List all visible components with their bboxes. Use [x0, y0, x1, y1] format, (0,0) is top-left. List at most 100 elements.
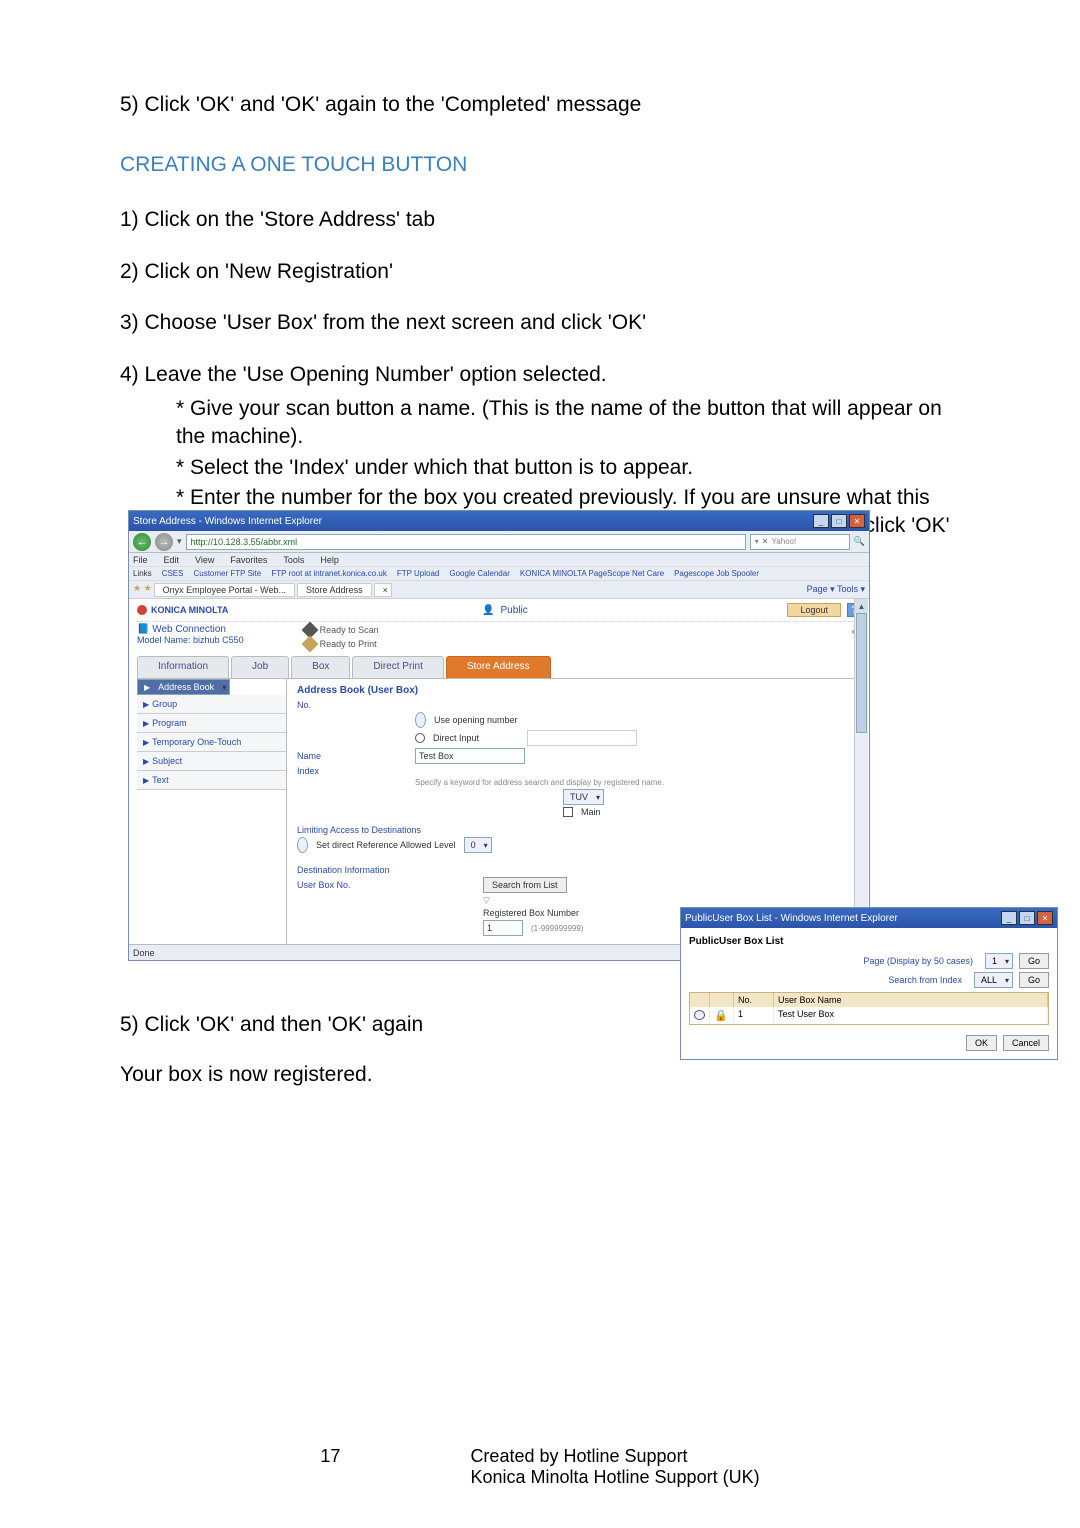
ie-tools[interactable]: Page ▾ Tools ▾	[807, 584, 865, 595]
nav-program[interactable]: ▶Program	[137, 714, 286, 733]
link-item[interactable]: CSES	[162, 569, 184, 578]
tab-box[interactable]: Box	[291, 656, 350, 678]
instruction-4a: * Give your scan button a name. (This is…	[176, 395, 960, 452]
popup-window: PublicUser Box List - Windows Internet E…	[680, 907, 1058, 1060]
instruction-5b: 5) Click 'OK' and then 'OK' again	[120, 1010, 423, 1039]
tab-information[interactable]: Information	[137, 656, 229, 678]
ok-button[interactable]: OK	[966, 1035, 997, 1051]
set-ref-label: Set direct Reference Allowed Level	[316, 840, 456, 850]
minimize-button[interactable]: _	[813, 514, 829, 528]
popup-close-button[interactable]: ✕	[1037, 911, 1053, 925]
th-no: No.	[734, 993, 774, 1007]
link-item[interactable]: FTP root at intranet.konica.co.uk	[271, 569, 386, 578]
destination-info-label: Destination Information	[297, 865, 390, 875]
browser-tab-2[interactable]: Store Address	[297, 583, 372, 597]
row-radio[interactable]	[694, 1010, 705, 1020]
search-from-list-button[interactable]: Search from List	[483, 877, 567, 893]
status-text: Done	[133, 948, 155, 958]
menu-view[interactable]: View	[195, 555, 214, 565]
nav-temporary-one-touch[interactable]: ▶Temporary One-Touch	[137, 733, 286, 752]
down-arrow-icon: ▽	[483, 895, 490, 906]
user-icon: 👤	[482, 605, 494, 616]
browser-tab-close[interactable]: ×	[374, 583, 392, 597]
pagescope-label: 📘 Web Connection	[137, 624, 244, 635]
limiting-access-label: Limiting Access to Destinations	[297, 825, 421, 835]
instruction-3: 3) Choose 'User Box' from the next scree…	[120, 308, 960, 337]
cancel-button[interactable]: Cancel	[1003, 1035, 1049, 1051]
print-status-icon	[301, 636, 318, 653]
no-label: No.	[297, 700, 407, 710]
section-title: Address Book (User Box)	[297, 685, 851, 696]
row-no: 1	[734, 1007, 774, 1024]
scroll-up-icon[interactable]: ▲	[855, 599, 868, 613]
go-button-2[interactable]: Go	[1019, 972, 1049, 988]
user-box-no-label: User Box No.	[297, 880, 407, 890]
set-ref-radio[interactable]	[297, 837, 308, 853]
menu-edit[interactable]: Edit	[164, 555, 180, 565]
registered-box-input[interactable]: 1	[483, 920, 523, 936]
page-display-select[interactable]: 1	[985, 953, 1013, 969]
search-dropdown-icon: ▾	[755, 537, 759, 546]
link-item[interactable]: KONICA MINOLTA PageScope Net Care	[520, 569, 664, 578]
instruction-2: 2) Click on 'New Registration'	[120, 257, 960, 286]
km-logo-icon	[137, 605, 147, 615]
menu-favorites[interactable]: Favorites	[230, 555, 267, 565]
close-button[interactable]: ✕	[849, 514, 865, 528]
go-button-1[interactable]: Go	[1019, 953, 1049, 969]
logout-button[interactable]: Logout	[787, 603, 841, 617]
menu-tools[interactable]: Tools	[283, 555, 304, 565]
ie-title: Store Address - Windows Internet Explore…	[133, 516, 322, 527]
link-item[interactable]: Customer FTP Site	[193, 569, 261, 578]
link-item[interactable]: FTP Upload	[397, 569, 440, 578]
search-index-label: Search from Index	[689, 975, 968, 985]
search-index-select[interactable]: ALL	[974, 972, 1013, 988]
main-form-area: Address Book (User Box) No. Use opening …	[287, 679, 861, 944]
back-button[interactable]: ←	[133, 533, 151, 551]
tab-store-address[interactable]: Store Address	[446, 656, 551, 678]
nav-group[interactable]: ▶Group	[137, 695, 286, 714]
search-box[interactable]: ▾ ✕ Yahoo!	[750, 534, 850, 550]
registered-box-hint: (1-999999999)	[531, 924, 583, 933]
search-go-icon[interactable]: 🔍	[854, 536, 865, 547]
menu-help[interactable]: Help	[320, 555, 339, 565]
link-item[interactable]: Pagescope Job Spooler	[674, 569, 759, 578]
scrollbar[interactable]: ▲ ▼	[854, 599, 868, 943]
url-bar[interactable]: http://10.128.3.55/abbr.xml	[186, 534, 746, 550]
page-display-label: Page (Display by 50 cases)	[689, 956, 979, 966]
nav-text[interactable]: ▶Text	[137, 771, 286, 790]
table-row[interactable]: 🔒 1 Test User Box	[690, 1007, 1048, 1024]
nav-subject[interactable]: ▶Subject	[137, 752, 286, 771]
link-item[interactable]: Google Calendar	[449, 569, 509, 578]
direct-input-field[interactable]	[527, 730, 637, 746]
tab-direct-print[interactable]: Direct Print	[352, 656, 443, 678]
index-hint: Specify a keyword for address search and…	[415, 778, 664, 787]
menu-file[interactable]: File	[133, 555, 148, 565]
main-checkbox[interactable]	[563, 807, 573, 817]
name-input[interactable]: Test Box	[415, 748, 525, 764]
section-heading: CREATING A ONE TOUCH BUTTON	[120, 153, 960, 177]
links-label: Links	[133, 569, 152, 578]
ready-scan-label: Ready to Scan	[320, 625, 379, 635]
ready-print-label: Ready to Print	[320, 639, 377, 649]
instruction-5a: 5) Click 'OK' and 'OK' again to the 'Com…	[120, 90, 960, 119]
tab-job[interactable]: Job	[231, 656, 289, 678]
scroll-thumb[interactable]	[856, 613, 867, 733]
model-name: Model Name: bizhub C550	[137, 635, 244, 645]
credit-line-2: Konica Minolta Hotline Support (UK)	[470, 1467, 759, 1488]
popup-heading: PublicUser Box List	[689, 936, 1049, 947]
popup-minimize-button[interactable]: _	[1001, 911, 1017, 925]
maximize-button[interactable]: □	[831, 514, 847, 528]
direct-input-radio[interactable]	[415, 733, 425, 743]
forward-button[interactable]: →	[155, 533, 173, 551]
index-select[interactable]: TUV	[563, 789, 604, 805]
ie-menubar: File Edit View Favorites Tools Help	[129, 553, 869, 567]
set-ref-select[interactable]: 0	[464, 837, 492, 853]
use-opening-number-radio[interactable]	[415, 712, 426, 728]
ie-window: Store Address - Windows Internet Explore…	[128, 510, 870, 961]
side-nav: ▶Address Book ▶Group ▶Program ▶Temporary…	[137, 679, 287, 944]
nav-address-book[interactable]: ▶Address Book	[137, 679, 230, 695]
done-text: Your box is now registered.	[120, 1060, 373, 1089]
popup-maximize-button[interactable]: □	[1019, 911, 1035, 925]
browser-tab-1[interactable]: Onyx Employee Portal - Web...	[154, 583, 295, 597]
registered-box-label: Registered Box Number	[483, 908, 579, 918]
